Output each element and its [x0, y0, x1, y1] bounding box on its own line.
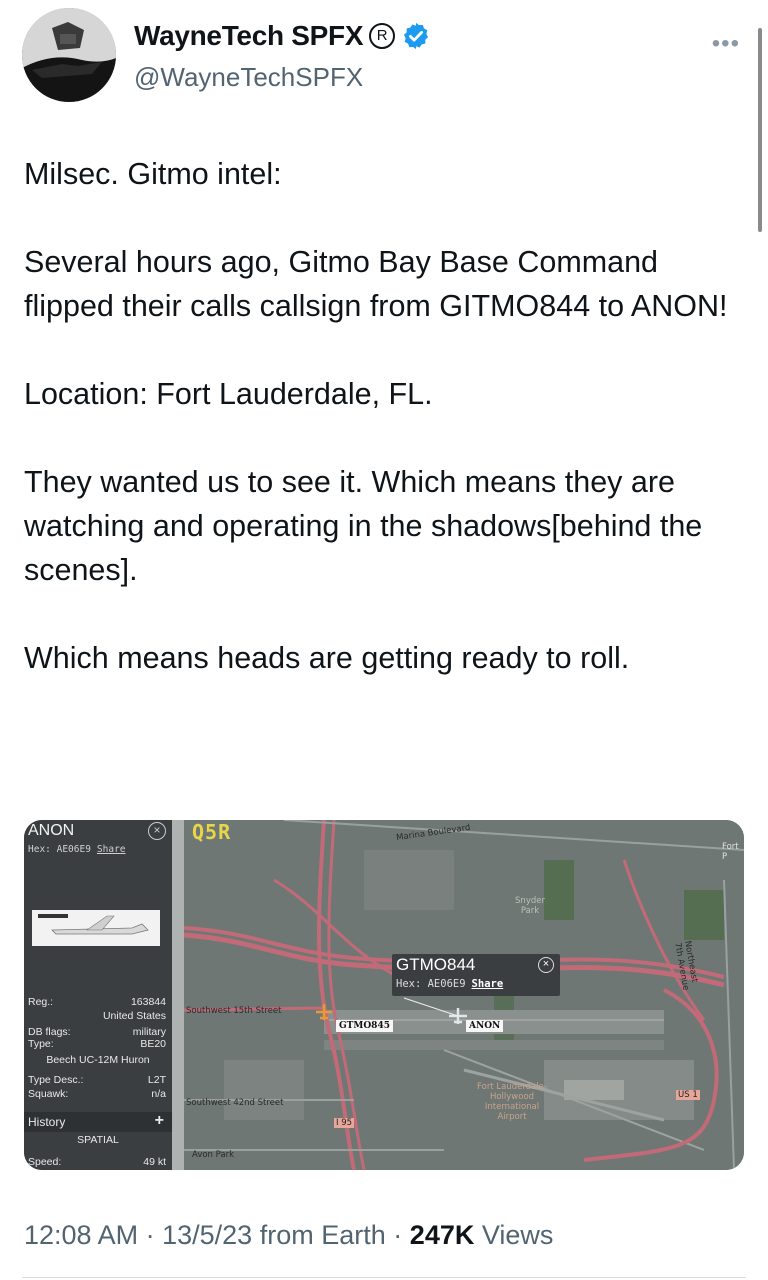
- panel-squawk-row: Squawk: n/a: [28, 1088, 166, 1100]
- meta-separator: ·: [393, 1220, 403, 1250]
- panel-type-row: Type: BE20: [28, 1038, 166, 1050]
- popup-hex-row: Hex: AE06E9 Share: [396, 978, 503, 990]
- squawk-label: Squawk:: [28, 1088, 69, 1100]
- map-label: I 95: [334, 1118, 355, 1128]
- map-label: Southwest 42nd Street: [186, 1098, 284, 1108]
- speed-label: Speed:: [28, 1156, 62, 1168]
- panel-hex-row: Hex: AE06E9 Share: [28, 844, 126, 855]
- panel-speed-row: Speed: 49 kt: [28, 1156, 166, 1168]
- registered-icon: R: [369, 23, 396, 49]
- avatar[interactable]: [22, 8, 116, 102]
- type-label: Type:: [28, 1038, 54, 1050]
- aircraft-tag[interactable]: ANON: [466, 1020, 504, 1032]
- scrollbar[interactable]: [758, 28, 762, 232]
- db-flags-label: DB flags:: [28, 1026, 71, 1038]
- tweet-paragraph: Milsec. Gitmo intel:: [24, 157, 282, 191]
- panel-share-link[interactable]: Share: [97, 844, 126, 855]
- popup-close-icon[interactable]: ×: [538, 957, 554, 973]
- spatial-label: SPATIAL: [77, 1134, 119, 1146]
- tweet-text: Milsec. Gitmo intel: Several hours ago, …: [24, 152, 744, 724]
- tweet-source: from Earth: [259, 1220, 386, 1250]
- tweet-paragraph: Which means heads are getting ready to r…: [24, 641, 630, 675]
- speed-value: 49 kt: [143, 1156, 166, 1168]
- history-expand-icon[interactable]: +: [155, 1112, 164, 1130]
- avatar-image: [22, 8, 116, 102]
- aircraft-tag[interactable]: GTMO845: [336, 1020, 393, 1032]
- map-label: Fort P: [722, 842, 739, 862]
- author-name-row: WayneTech SPFX R: [134, 20, 431, 52]
- views-label: Views: [481, 1220, 554, 1250]
- author-handle[interactable]: @WayneTechSPFX: [134, 62, 363, 93]
- tweet-paragraph: They wanted us to see it. Which means th…: [24, 465, 703, 587]
- aircraft-name: Beech UC-12M Huron: [46, 1054, 150, 1066]
- map-label: Southwest 15th Street: [186, 1006, 282, 1016]
- reg-label: Reg.:: [28, 996, 54, 1008]
- panel-typedesc-row: Type Desc.: L2T: [28, 1074, 166, 1086]
- tweet-meta: 12:08 AM · 13/5/23 from Earth · 247K Vie…: [24, 1220, 553, 1251]
- tweet-date[interactable]: 13/5/23: [162, 1220, 252, 1250]
- country-value: United States: [102, 1010, 166, 1022]
- map-label: US 1: [676, 1090, 700, 1100]
- panel-close-icon[interactable]: ×: [148, 822, 166, 840]
- tweet-paragraph: Several hours ago, Gitmo Bay Base Comman…: [24, 245, 728, 323]
- tracker-logo: Q5R: [192, 820, 232, 844]
- aircraft-popup[interactable]: GTMO844 × Hex: AE06E9 Share: [392, 954, 560, 996]
- popup-hex: Hex: AE06E9: [396, 978, 466, 990]
- tweet-media-image[interactable]: ANON × Hex: AE06E9 Share Reg.: 163844 Uni…: [24, 820, 744, 1170]
- db-flags-value: military: [132, 1026, 166, 1038]
- aircraft-info-panel: ANON × Hex: AE06E9 Share Reg.: 163844 Uni…: [24, 820, 172, 1170]
- panel-dbflags-row: DB flags: military: [28, 1026, 166, 1038]
- squawk-value: n/a: [151, 1088, 166, 1100]
- type-desc-value: L2T: [147, 1074, 166, 1086]
- type-desc-label: Type Desc.:: [28, 1074, 84, 1086]
- panel-resize-handle[interactable]: [172, 820, 184, 1170]
- verified-badge-icon[interactable]: [401, 21, 431, 51]
- aircraft-photo: [32, 910, 160, 946]
- history-section[interactable]: History +: [24, 1112, 172, 1132]
- panel-hex: Hex: AE06E9: [28, 844, 91, 855]
- map-label: Snyder Park: [515, 896, 545, 916]
- tweet-paragraph: Location: Fort Lauderdale, FL.: [24, 377, 433, 411]
- views-count[interactable]: 247K: [410, 1220, 475, 1250]
- popup-callsign: GTMO844: [396, 955, 476, 974]
- tweet-time[interactable]: 12:08 AM: [24, 1220, 138, 1250]
- map-label: Avon Park: [192, 1150, 235, 1160]
- type-value: BE20: [140, 1038, 166, 1050]
- reg-value: 163844: [130, 996, 166, 1008]
- panel-callsign: ANON: [28, 822, 75, 839]
- meta-separator: ·: [145, 1220, 155, 1250]
- map-label: Fort Lauderdale-Hollywood International …: [477, 1082, 547, 1122]
- author-display-name[interactable]: WayneTech SPFX: [134, 20, 364, 52]
- tweet-header: WayneTech SPFX R @WayneTechSPFX •••: [22, 8, 752, 104]
- popup-share-link[interactable]: Share: [472, 978, 504, 990]
- history-label: History: [28, 1115, 66, 1129]
- panel-reg-row: Reg.: 163844: [28, 996, 166, 1008]
- divider: [22, 1277, 746, 1278]
- more-options-icon[interactable]: •••: [712, 30, 740, 58]
